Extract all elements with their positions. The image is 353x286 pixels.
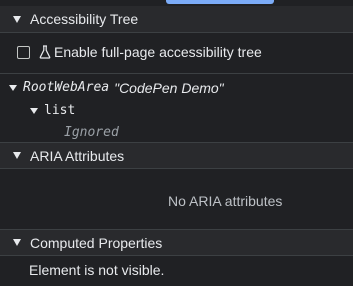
- triangle-down-icon[interactable]: [30, 107, 38, 114]
- flask-icon: [39, 45, 51, 59]
- divider: [0, 255, 353, 256]
- accessibility-pane: Accessibility Tree Enable full-page acce…: [0, 0, 353, 286]
- tree-node-ignored[interactable]: Ignored: [64, 124, 119, 141]
- element-not-visible-message: Element is not visible.: [29, 262, 165, 278]
- active-tab-indicator: [166, 0, 274, 4]
- node-role: list: [44, 103, 76, 118]
- no-aria-attributes-message: No ARIA attributes: [168, 193, 283, 209]
- section-header-accessibility-tree[interactable]: Accessibility Tree: [0, 6, 353, 32]
- node-name: "CodePen Demo": [114, 79, 224, 96]
- checkbox-icon[interactable]: [17, 45, 30, 59]
- section-title: Computed Properties: [30, 234, 163, 251]
- triangle-down-icon[interactable]: [13, 15, 21, 23]
- enable-full-page-tree-label: Enable full-page accessibility tree: [54, 44, 262, 60]
- enable-full-page-tree-row[interactable]: Enable full-page accessibility tree: [0, 40, 262, 64]
- node-role: RootWebArea: [23, 80, 110, 95]
- section-header-computed-properties[interactable]: Computed Properties: [0, 230, 353, 255]
- tree-node-list[interactable]: list: [30, 102, 75, 119]
- section-title: ARIA Attributes: [30, 147, 125, 164]
- section-header-aria-attributes[interactable]: ARIA Attributes: [0, 143, 353, 168]
- triangle-down-icon[interactable]: [9, 84, 17, 91]
- node-status: Ignored: [64, 125, 119, 140]
- triangle-down-icon[interactable]: [13, 152, 21, 159]
- triangle-down-icon[interactable]: [13, 239, 21, 246]
- divider: [0, 168, 353, 169]
- divider: [0, 32, 353, 33]
- tree-node-rootwebarea[interactable]: RootWebArea "CodePen Demo": [9, 79, 224, 96]
- section-title: Accessibility Tree: [30, 11, 139, 27]
- divider: [0, 73, 353, 74]
